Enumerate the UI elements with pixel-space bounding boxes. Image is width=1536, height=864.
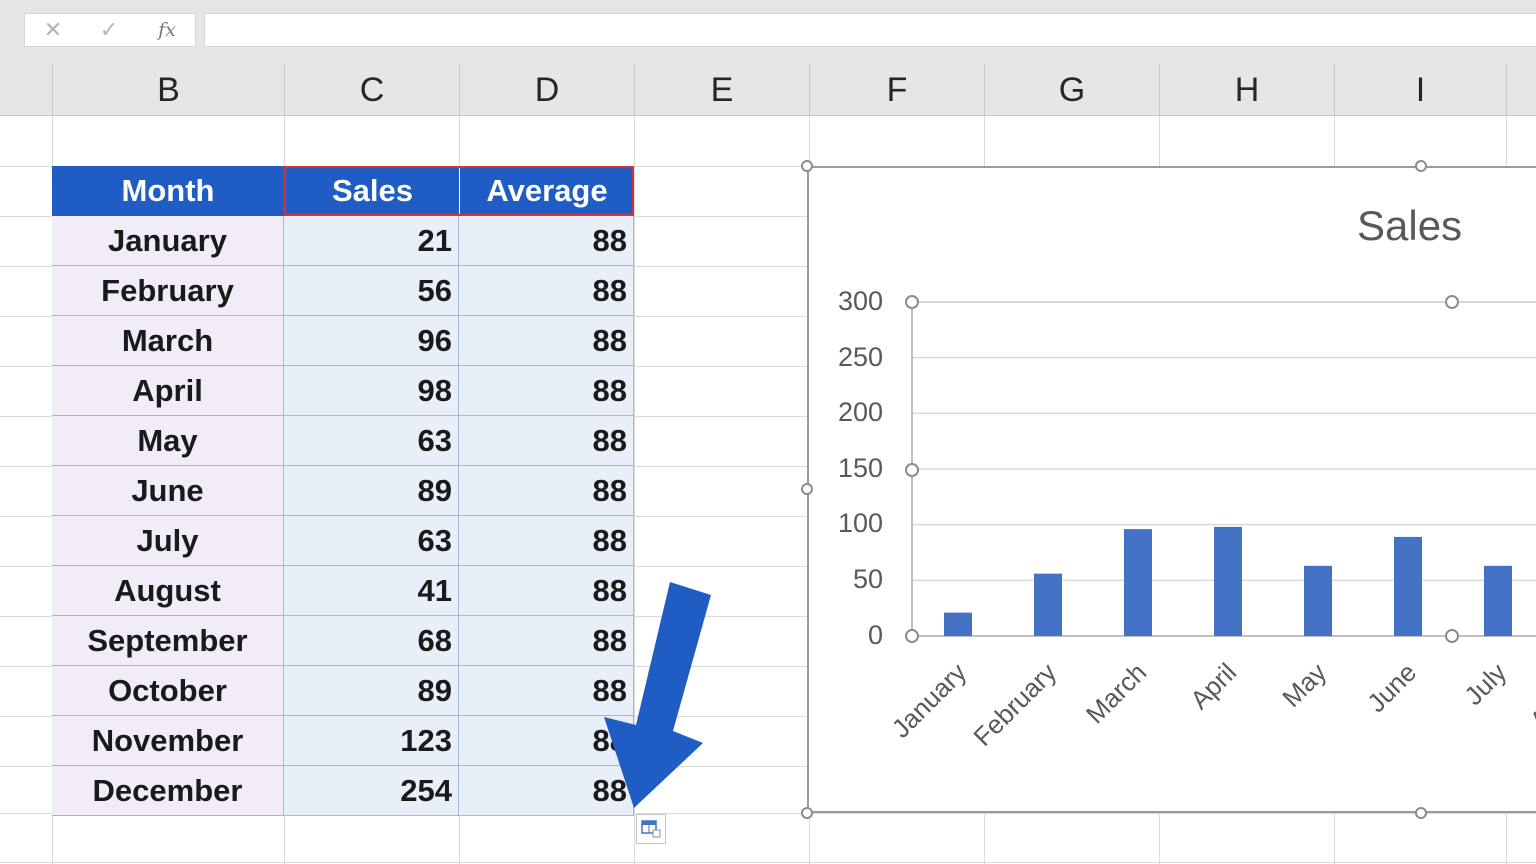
bar-february[interactable] bbox=[1034, 573, 1062, 636]
column-header-h[interactable]: H bbox=[1159, 64, 1334, 116]
plot-area-handle[interactable] bbox=[1445, 629, 1459, 643]
cell-sales[interactable]: 89 bbox=[284, 466, 459, 516]
cell-month[interactable]: April bbox=[52, 366, 284, 416]
plot-area[interactable]: JanuaryFebruary March April May June July Augu… bbox=[809, 168, 1536, 815]
chart-resize-handle[interactable] bbox=[801, 807, 813, 819]
column-header-a[interactable] bbox=[0, 64, 52, 116]
header-month[interactable]: Month bbox=[52, 166, 284, 216]
cell-sales[interactable]: 41 bbox=[284, 566, 459, 616]
cell-month[interactable]: December bbox=[52, 766, 284, 816]
column-header-e[interactable]: E bbox=[634, 64, 809, 116]
cell-month[interactable]: August bbox=[52, 566, 284, 616]
cell-sales[interactable]: 254 bbox=[284, 766, 459, 816]
cell-average[interactable]: 88 bbox=[459, 416, 634, 466]
insert-function-button[interactable]: fx bbox=[139, 14, 195, 46]
x-tick-label: August bbox=[1524, 656, 1536, 735]
bar-june[interactable] bbox=[1394, 536, 1422, 636]
cell-average[interactable]: 88 bbox=[459, 266, 634, 316]
selection-border bbox=[284, 166, 634, 216]
cell-sales[interactable]: 96 bbox=[284, 316, 459, 366]
chart-resize-handle[interactable] bbox=[1415, 807, 1427, 819]
cell-month[interactable]: October bbox=[52, 666, 284, 716]
column-header-i[interactable]: I bbox=[1334, 64, 1506, 116]
plot-area-handle[interactable] bbox=[905, 629, 919, 643]
cell-month[interactable]: January bbox=[52, 216, 284, 266]
enter-checkmark-icon[interactable]: ✓ bbox=[81, 14, 137, 46]
bar-march[interactable] bbox=[1124, 529, 1152, 636]
chart-area[interactable]: Sales 300 250 200 150 100 50 0 January Fe… bbox=[807, 166, 1536, 813]
cell-sales[interactable]: 68 bbox=[284, 616, 459, 666]
x-tick-label: June bbox=[1361, 657, 1422, 718]
column-header-row: B C D E F G H I bbox=[0, 64, 1536, 116]
annotation-arrow-icon bbox=[604, 582, 711, 808]
bar-july[interactable] bbox=[1484, 565, 1512, 636]
x-tick-label: April bbox=[1184, 657, 1242, 715]
column-header-j[interactable] bbox=[1506, 64, 1536, 116]
cell-average[interactable]: 88 bbox=[459, 516, 634, 566]
bar-may[interactable] bbox=[1304, 565, 1332, 636]
quick-analysis-button[interactable] bbox=[636, 814, 666, 844]
column-header-c[interactable]: C bbox=[284, 64, 459, 116]
cell-average[interactable]: 88 bbox=[459, 366, 634, 416]
chart-resize-handle[interactable] bbox=[1415, 160, 1427, 172]
cell-sales[interactable]: 63 bbox=[284, 416, 459, 466]
cell-sales[interactable]: 123 bbox=[284, 716, 459, 766]
column-header-d[interactable]: D bbox=[459, 64, 634, 116]
bar-april[interactable] bbox=[1214, 526, 1242, 636]
cell-month[interactable]: June bbox=[52, 466, 284, 516]
cell-sales[interactable]: 89 bbox=[284, 666, 459, 716]
cell-average[interactable]: 88 bbox=[459, 316, 634, 366]
bar-january[interactable] bbox=[944, 612, 972, 636]
cell-sales[interactable]: 63 bbox=[284, 516, 459, 566]
gridline bbox=[0, 862, 1536, 863]
cell-month[interactable]: July bbox=[52, 516, 284, 566]
cell-sales[interactable]: 98 bbox=[284, 366, 459, 416]
x-tick-label: February bbox=[967, 657, 1062, 752]
column-header-g[interactable]: G bbox=[984, 64, 1159, 116]
formula-input[interactable] bbox=[204, 13, 1536, 47]
cell-sales[interactable]: 21 bbox=[284, 216, 459, 266]
cancel-icon[interactable]: ✕ bbox=[25, 14, 81, 46]
x-tick-label: May bbox=[1276, 657, 1332, 713]
fx-icon: fx bbox=[158, 19, 176, 41]
cell-month[interactable]: March bbox=[52, 316, 284, 366]
chart-resize-handle[interactable] bbox=[801, 483, 813, 495]
plot-area-handle[interactable] bbox=[905, 295, 919, 309]
plot-area-handle[interactable] bbox=[1445, 295, 1459, 309]
x-tick-label: March bbox=[1080, 657, 1152, 729]
cell-average[interactable]: 88 bbox=[459, 466, 634, 516]
cell-month[interactable]: September bbox=[52, 616, 284, 666]
cell-month[interactable]: May bbox=[52, 416, 284, 466]
quick-analysis-icon bbox=[641, 820, 661, 838]
column-header-b[interactable]: B bbox=[52, 64, 284, 116]
column-header-f[interactable]: F bbox=[809, 64, 984, 116]
chart-resize-handle[interactable] bbox=[801, 160, 813, 172]
cell-average[interactable]: 88 bbox=[459, 216, 634, 266]
formula-buttons: ✕ ✓ fx bbox=[24, 13, 196, 47]
x-tick-label: July bbox=[1458, 657, 1512, 711]
cell-month[interactable]: November bbox=[52, 716, 284, 766]
x-tick-label: January bbox=[886, 657, 973, 744]
plot-area-handle[interactable] bbox=[905, 463, 919, 477]
cell-month[interactable]: February bbox=[52, 266, 284, 316]
cell-sales[interactable]: 56 bbox=[284, 266, 459, 316]
